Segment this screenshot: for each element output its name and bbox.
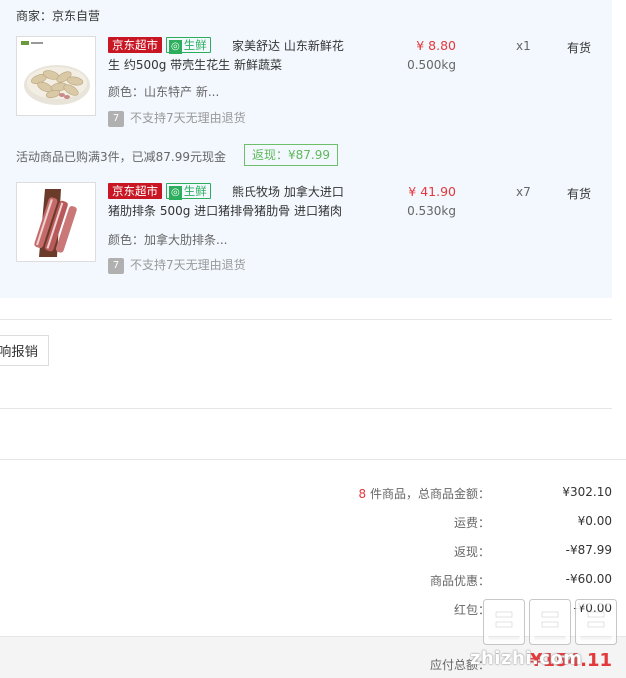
product-price: ¥ 41.90	[408, 184, 456, 199]
discount-value: -¥60.00	[565, 572, 612, 586]
stock-status: 有货	[567, 41, 592, 55]
seller-label: 商家：京东自营	[16, 9, 101, 23]
watermark-text: zhizhi.com	[470, 648, 583, 669]
product-price: ¥ 8.80	[416, 38, 456, 53]
divider	[0, 319, 612, 320]
product-thumbnail-ribs[interactable]	[16, 182, 96, 262]
summary-shipping: 运费： ¥0.00	[0, 514, 626, 534]
cashback-label: 返现：	[453, 545, 490, 559]
summary-cashback: 返现： -¥87.99	[0, 543, 626, 563]
order-item: 京东超市 ◎ 生鲜 熊氏牧场 加拿大进口猪肋排条 500g 进口猪排骨猪肋骨 进口猪…	[0, 180, 612, 280]
shipping-label: 运费：	[453, 516, 490, 530]
product-title[interactable]: 熊氏牧场 加拿大进口猪肋排条 500g 进口猪排骨猪肋骨 进口猪肉	[108, 183, 348, 221]
divider	[0, 459, 626, 460]
return-policy: 7 不支持7天无理由退货	[108, 256, 246, 274]
return-policy: 7 不支持7天无理由退货	[108, 109, 246, 127]
product-weight: 0.530kg	[407, 204, 456, 218]
return-policy-label: 不支持7天无理由退货	[130, 111, 246, 125]
promo-message: 活动商品已购满3件，已减87.99元现金	[16, 150, 226, 164]
cashback-badge: 返现：¥87.99	[244, 144, 338, 166]
no-return-7day-icon: 7	[108, 257, 124, 274]
watermark-logo	[483, 599, 617, 645]
no-return-7day-icon: 7	[108, 110, 124, 127]
product-thumbnail-peanuts[interactable]	[16, 36, 96, 116]
stock-status: 有货	[567, 187, 592, 201]
product-quantity: x7	[516, 185, 531, 199]
goods-total-label: 8 件商品，总商品金额：	[358, 487, 490, 501]
order-item: 京东超市 ◎ 生鲜 家美舒达 山东新鲜花生 约500g 带壳生花生 新鲜蔬菜 颜色：…	[0, 34, 612, 134]
shipping-value: ¥0.00	[577, 514, 612, 528]
summary-goods-total: 8 件商品，总商品金额： ¥302.10	[0, 485, 626, 505]
order-items-panel: 商家：京东自营 京东超市 ◎ 生鲜 家美舒达 山东新鲜花生 约500g 带壳生花…	[0, 0, 612, 298]
cashback-value: -¥87.99	[565, 543, 612, 557]
discount-label: 商品优惠：	[429, 574, 490, 588]
product-title[interactable]: 家美舒达 山东新鲜花生 约500g 带壳生花生 新鲜蔬菜	[108, 37, 348, 75]
summary-discount: 商品优惠： -¥60.00	[0, 572, 626, 592]
product-variant: 颜色：加拿大肋排条...	[108, 233, 228, 247]
return-policy-label: 不支持7天无理由退货	[130, 258, 246, 272]
product-variant: 颜色：山东特产 新...	[108, 85, 220, 99]
divider	[0, 408, 612, 409]
invoice-reimburse-button[interactable]: 响报销	[0, 335, 49, 366]
goods-total-value: ¥302.10	[562, 485, 612, 499]
product-weight: 0.500kg	[407, 58, 456, 72]
product-quantity: x1	[516, 39, 531, 53]
